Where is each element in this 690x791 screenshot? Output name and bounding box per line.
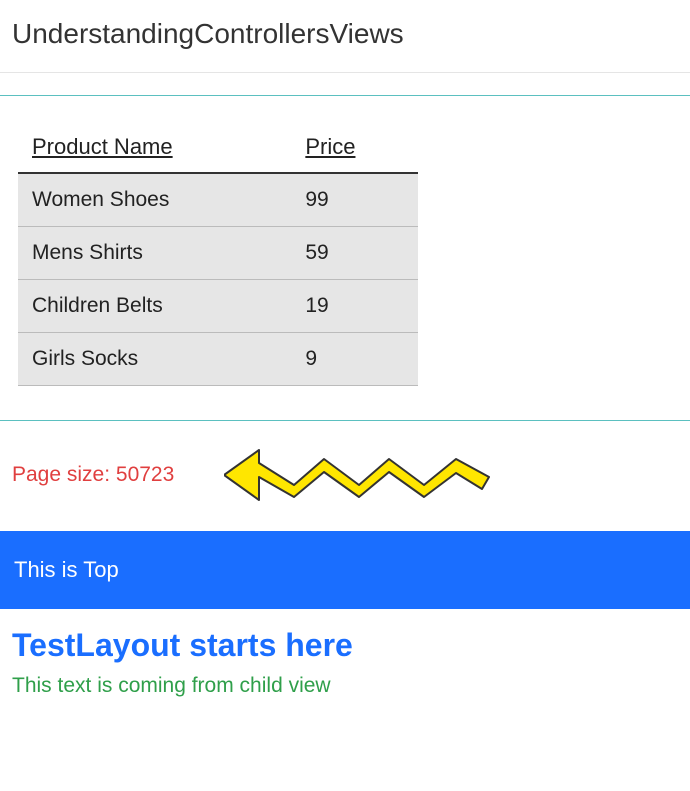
page-size-row: Page size: 50723 <box>0 421 690 531</box>
product-table: Product Name Price Women Shoes 99 Mens S… <box>18 124 418 386</box>
cell-product-name: Women Shoes <box>18 173 291 227</box>
cell-price: 99 <box>291 173 418 227</box>
child-view-text: This text is coming from child view <box>0 670 690 718</box>
col-header-price: Price <box>291 124 418 173</box>
cell-product-name: Children Belts <box>18 280 291 333</box>
cell-product-name: Girls Socks <box>18 333 291 386</box>
table-row: Girls Socks 9 <box>18 333 418 386</box>
top-banner-text: This is Top <box>14 557 119 582</box>
table-row: Mens Shirts 59 <box>18 227 418 280</box>
zigzag-arrow-icon <box>224 445 494 505</box>
top-banner: This is Top <box>0 531 690 609</box>
product-table-wrap: Product Name Price Women Shoes 99 Mens S… <box>0 96 690 414</box>
page-title: UnderstandingControllersViews <box>0 0 690 73</box>
cell-price: 9 <box>291 333 418 386</box>
layout-heading: TestLayout starts here <box>0 609 690 670</box>
cell-price: 19 <box>291 280 418 333</box>
table-header-row: Product Name Price <box>18 124 418 173</box>
cell-product-name: Mens Shirts <box>18 227 291 280</box>
page-size-label: Page size: 50723 <box>12 463 174 487</box>
table-row: Women Shoes 99 <box>18 173 418 227</box>
table-row: Children Belts 19 <box>18 280 418 333</box>
cell-price: 59 <box>291 227 418 280</box>
col-header-product-name: Product Name <box>18 124 291 173</box>
